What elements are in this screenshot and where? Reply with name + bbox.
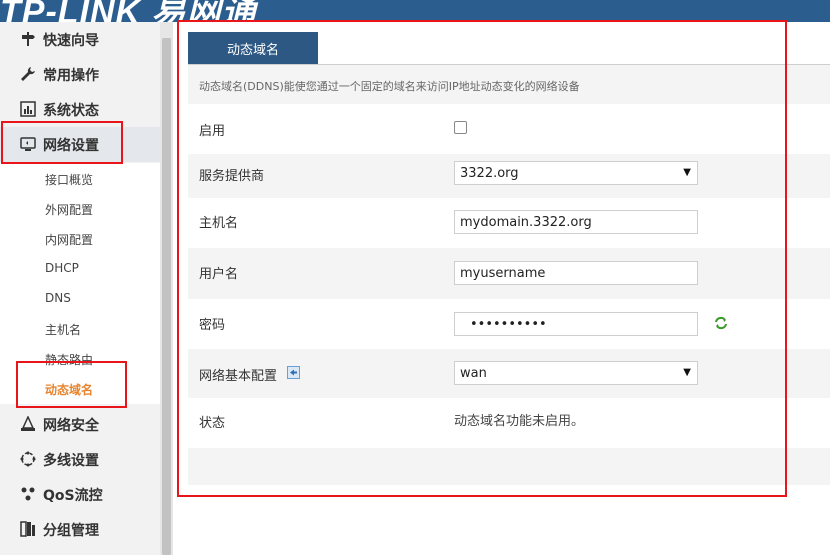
sidebar-item-label: 系统状态: [43, 103, 99, 119]
sidebar-item-label: 常用操作: [43, 68, 99, 84]
provider-value: 3322.org: [460, 165, 519, 181]
subitem-dhcp[interactable]: DHCP: [45, 261, 79, 275]
chevron-down-icon: ▼: [683, 167, 691, 178]
sidebar-item-common-ops[interactable]: 常用操作: [0, 57, 160, 92]
sidebar-item-label: 分组管理: [43, 523, 99, 539]
subitem-lan-config[interactable]: 内网配置: [45, 231, 93, 248]
subitem-interface-overview[interactable]: 接口概览: [45, 171, 93, 188]
sidebar-item-quick-wizard[interactable]: 快速向导: [0, 22, 160, 57]
shield-icon: [21, 416, 35, 431]
sidebar-item-label: 快速向导: [43, 33, 99, 49]
subitem-static-route[interactable]: 静态路由: [45, 351, 93, 368]
username-input[interactable]: myusername: [454, 261, 698, 285]
base-config-value: wan: [460, 365, 487, 381]
sidebar-item-network-settings[interactable]: 网络设置: [0, 127, 160, 162]
refresh-icon[interactable]: [714, 316, 728, 330]
password-label: 密码: [199, 318, 226, 333]
enable-label: 启用: [199, 124, 226, 139]
sidebar-item-label: 网络设置: [43, 138, 99, 154]
enable-checkbox[interactable]: [454, 121, 467, 134]
hostname-label: 主机名: [199, 216, 239, 231]
username-value: myusername: [460, 265, 546, 281]
subitem-dns[interactable]: DNS: [45, 291, 71, 305]
tab-ddns[interactable]: 动态域名: [188, 32, 318, 65]
sidebar-item-network-security[interactable]: 网络安全: [0, 407, 160, 442]
sidebar-item-multi-line[interactable]: 多线设置: [0, 442, 160, 477]
brand-logo: TP-LINK 易网通: [0, 0, 257, 22]
sidebar-item-group-mgmt[interactable]: 分组管理: [0, 512, 160, 547]
bar-chart-icon: [20, 101, 36, 117]
sidebar-item-label: 多线设置: [43, 453, 99, 469]
form-row-enable: [188, 104, 830, 154]
wrench-icon: [21, 67, 35, 81]
password-value: ••••••••••: [470, 316, 547, 332]
password-input[interactable]: ••••••••••: [454, 312, 698, 336]
chevron-down-icon: ▼: [683, 367, 691, 378]
monitor-icon: [20, 137, 36, 151]
sidebar-scrollbar-thumb[interactable]: [162, 38, 171, 555]
status-label: 状态: [199, 416, 226, 431]
top-banner: TP-LINK 易网通: [0, 0, 830, 22]
subitem-ddns[interactable]: 动态域名: [45, 381, 93, 398]
info-arrow-icon[interactable]: [287, 366, 300, 379]
qos-icon: [21, 487, 35, 501]
multi-line-icon: [20, 451, 36, 467]
group-icon: [20, 521, 35, 537]
sidebar-item-label: QoS流控: [43, 488, 103, 504]
status-value: 动态域名功能未启用。: [454, 414, 585, 429]
username-label: 用户名: [199, 267, 239, 282]
subitem-hostname[interactable]: 主机名: [45, 321, 81, 338]
base-config-label: 网络基本配置: [199, 369, 278, 384]
base-config-select[interactable]: wan ▼: [454, 361, 698, 385]
provider-select[interactable]: 3322.org ▼: [454, 161, 698, 185]
hostname-value: mydomain.3322.org: [460, 214, 592, 230]
page-description: 动态域名(DDNS)能使您通过一个固定的域名来访问IP地址动态变化的网络设备: [199, 80, 580, 93]
hostname-input[interactable]: mydomain.3322.org: [454, 210, 698, 234]
provider-label: 服务提供商: [199, 169, 265, 184]
signpost-icon: [22, 32, 35, 46]
sidebar-item-qos[interactable]: QoS流控: [0, 477, 160, 512]
sidebar-item-label: 网络安全: [43, 418, 99, 434]
subitem-wan-config[interactable]: 外网配置: [45, 201, 93, 218]
sidebar-item-system-status[interactable]: 系统状态: [0, 92, 160, 127]
